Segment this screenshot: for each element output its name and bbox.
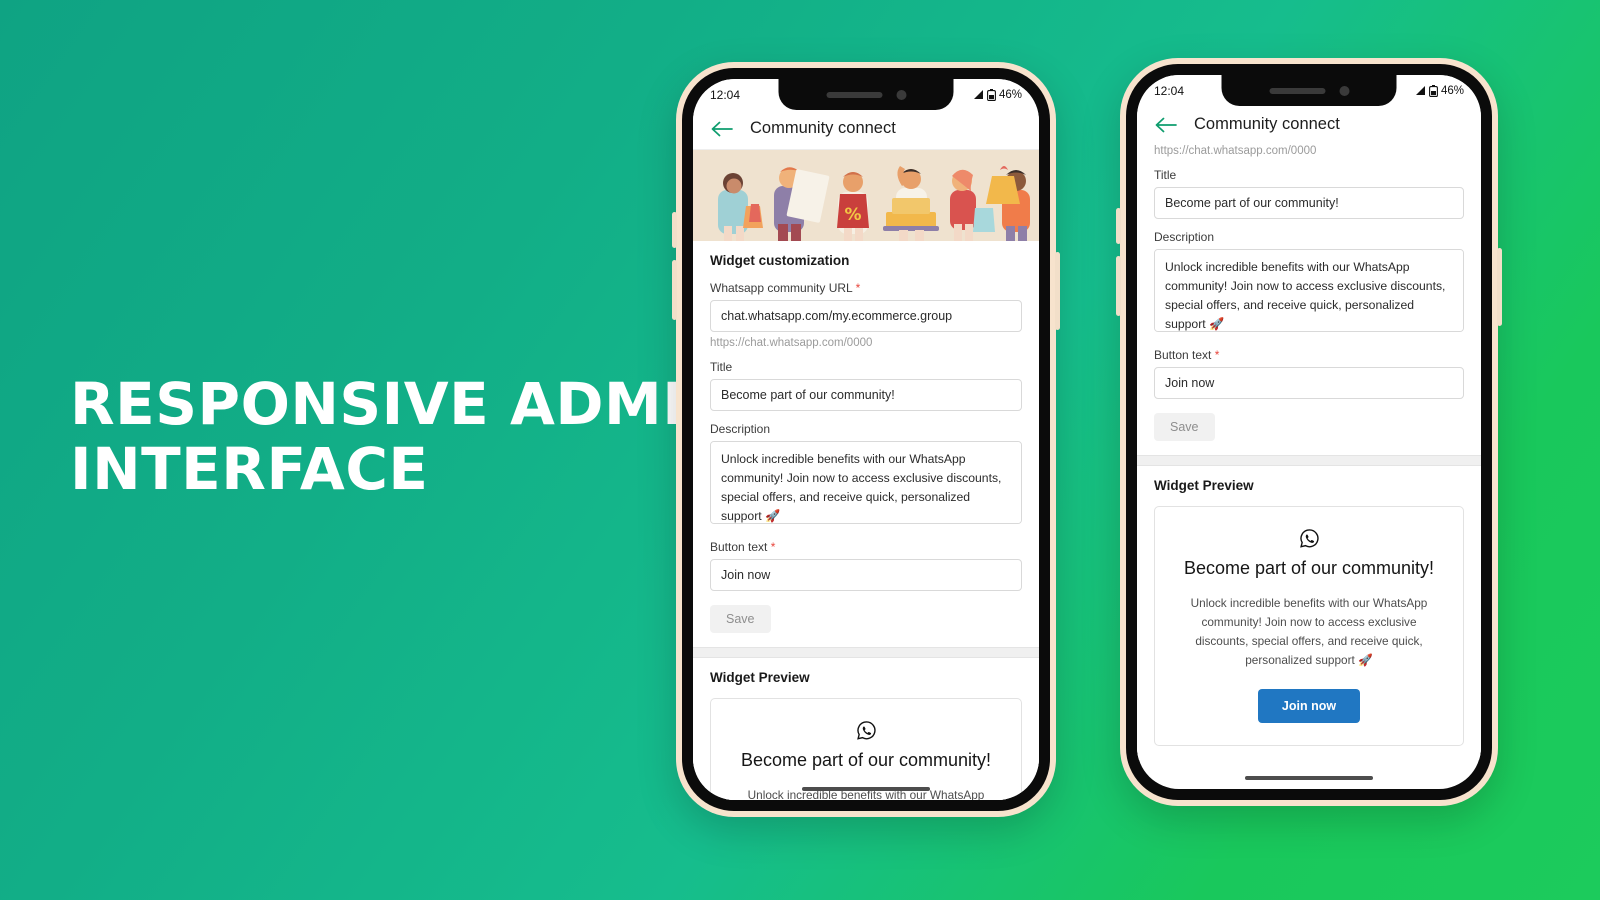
button-text-input[interactable]: [1154, 367, 1464, 399]
field-description: Description: [1154, 230, 1464, 337]
headline-line-2: INTERFACE: [70, 434, 429, 503]
phone2-app-header: Community connect: [1137, 106, 1481, 145]
label-button-text-text: Button text: [710, 540, 768, 554]
phone1-volume-down-button[interactable]: [672, 260, 677, 320]
widget-customization-section: Widget customization Whatsapp community …: [693, 241, 1039, 647]
phone1-content: % Widget customization Whatsapp communit…: [693, 149, 1039, 800]
shoppers-illustration: %: [696, 150, 1036, 241]
headline-line-1: RESPONSIVE ADMIN: [70, 370, 734, 438]
app-title: Community connect: [1194, 115, 1340, 133]
field-button-text: Button text *: [1154, 348, 1464, 399]
field-whatsapp-url: Whatsapp community URL * https://chat.wh…: [710, 281, 1022, 349]
widget-preview-section: Widget Preview Become part of our commun…: [1137, 466, 1481, 761]
phone1-power-button[interactable]: [1055, 252, 1060, 330]
required-asterisk: *: [770, 540, 776, 554]
earpiece-speaker-icon: [826, 91, 882, 98]
label-title: Title: [710, 360, 733, 374]
phone2-home-indicator: [1245, 776, 1373, 780]
description-textarea[interactable]: [1154, 249, 1464, 332]
preview-title: Become part of our community!: [740, 750, 992, 770]
label-title: Title: [1154, 168, 1177, 182]
preview-title-row: Become part of our community!: [1171, 526, 1447, 580]
label-description: Description: [710, 422, 771, 436]
shoppers-illustration-banner: %: [693, 149, 1039, 241]
earpiece-speaker-icon: [1269, 87, 1325, 94]
phone1-screen: 12:04 46% Community connect % Widget cus…: [693, 79, 1039, 800]
svg-text:%: %: [844, 205, 861, 225]
phone2-volume-button[interactable]: [1116, 208, 1121, 244]
required-asterisk: *: [855, 281, 861, 295]
whatsapp-url-input[interactable]: [710, 300, 1022, 332]
front-camera-icon: [1339, 85, 1349, 96]
battery-icon: [1429, 84, 1438, 97]
label-whatsapp-url: Whatsapp community URL *: [710, 281, 1022, 295]
whatsapp-icon: [856, 721, 876, 740]
label-whatsapp-url-text: Whatsapp community URL: [710, 281, 853, 295]
save-button[interactable]: Save: [1154, 413, 1215, 441]
phone2-content: https://chat.whatsapp.com/0000 Title Des…: [1137, 145, 1481, 761]
phone2-volume-down-button[interactable]: [1116, 256, 1121, 316]
battery-percent: 46%: [998, 88, 1022, 101]
back-arrow-icon[interactable]: [711, 121, 733, 137]
phone1-app-header: Community connect: [693, 110, 1039, 149]
phone2-notch: [1221, 75, 1397, 106]
widget-preview-section: Widget Preview Become part of our commun…: [693, 658, 1039, 800]
description-textarea[interactable]: [710, 441, 1022, 524]
status-time: 12:04: [1154, 83, 1185, 98]
phone1-notch: [778, 79, 954, 110]
signal-bars-icon: [973, 90, 983, 99]
section-title-widget-preview: Widget Preview: [710, 670, 810, 685]
battery-icon: [987, 88, 996, 101]
signal-bars-icon: [1415, 86, 1425, 95]
phone-mockup-1: 12:04 46% Community connect % Widget cus…: [672, 62, 1060, 817]
field-title: Title: [710, 360, 1022, 411]
label-button-text: Button text *: [710, 540, 1022, 554]
whatsapp-url-helper-text: https://chat.whatsapp.com/0000: [710, 337, 873, 349]
field-button-text: Button text *: [710, 540, 1022, 591]
phone-mockup-2: 12:04 46% Community connect https://chat…: [1116, 58, 1502, 806]
title-input[interactable]: [1154, 187, 1464, 219]
back-arrow-icon[interactable]: [1155, 117, 1177, 133]
required-asterisk: *: [1214, 348, 1220, 362]
section-title-widget-customization: Widget customization: [710, 253, 850, 268]
button-text-input[interactable]: [710, 559, 1022, 591]
section-divider: [1137, 455, 1481, 466]
status-time: 12:04: [710, 87, 741, 102]
field-description: Description: [710, 422, 1022, 529]
label-description: Description: [1154, 230, 1215, 244]
phone1-home-indicator: [802, 787, 930, 791]
phone2-screen: 12:04 46% Community connect https://chat…: [1137, 75, 1481, 789]
whatsapp-url-helper-text: https://chat.whatsapp.com/0000: [1154, 145, 1317, 157]
preview-title: Become part of our community!: [1183, 558, 1435, 578]
widget-preview-card: Become part of our community! Unlock inc…: [710, 698, 1022, 800]
label-button-text: Button text *: [1154, 348, 1464, 362]
label-button-text-text: Button text: [1154, 348, 1212, 362]
whatsapp-icon: [1299, 529, 1319, 548]
title-input[interactable]: [710, 379, 1022, 411]
preview-join-now-button[interactable]: Join now: [1257, 689, 1361, 724]
preview-title-row: Become part of our community!: [727, 718, 1005, 772]
phone2-power-button[interactable]: [1497, 248, 1502, 326]
widget-customization-section-scrolled: https://chat.whatsapp.com/0000 Title Des…: [1137, 145, 1481, 455]
widget-preview-card: Become part of our community! Unlock inc…: [1154, 506, 1464, 747]
front-camera-icon: [896, 89, 906, 100]
phone1-volume-button[interactable]: [672, 212, 677, 248]
section-divider: [693, 647, 1039, 658]
preview-description: Unlock incredible benefits with our What…: [1190, 596, 1428, 668]
save-button[interactable]: Save: [710, 605, 771, 633]
section-title-widget-preview: Widget Preview: [1154, 478, 1254, 493]
page-headline: RESPONSIVE ADMIN INTERFACE: [70, 370, 734, 503]
field-title: Title: [1154, 168, 1464, 219]
app-title: Community connect: [750, 119, 896, 137]
battery-percent: 46%: [1440, 84, 1464, 97]
